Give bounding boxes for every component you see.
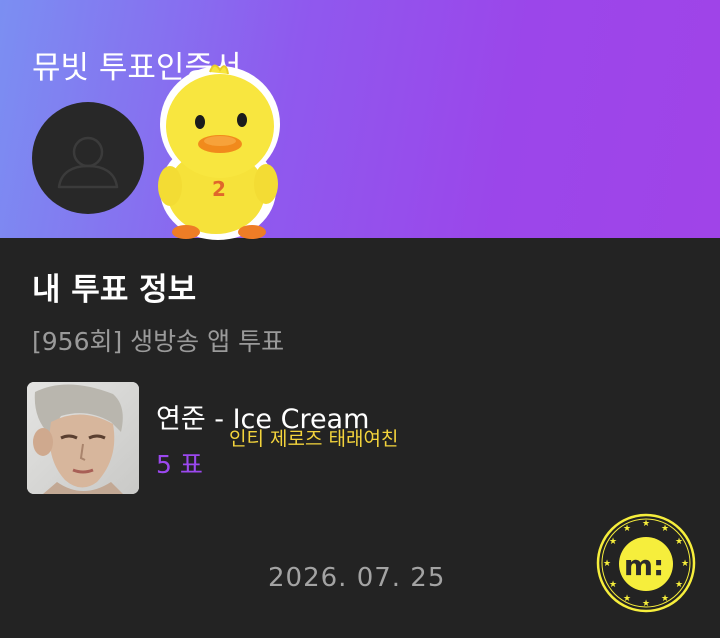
overlay-caption: 인티 제로즈 태래여친 [229, 428, 399, 450]
m-coin-stamp-icon: ★ ★ ★ ★ ★ ★ ★ ★ ★ ★ ★ ★ m: [596, 513, 696, 613]
svg-text:★: ★ [675, 580, 683, 590]
svg-text:★: ★ [609, 580, 617, 590]
svg-text:★: ★ [675, 537, 683, 547]
svg-text:★: ★ [681, 559, 689, 569]
svg-text:★: ★ [623, 524, 631, 534]
duck-plush-sticker: 2 [158, 64, 280, 240]
badge-letter: m: [624, 549, 664, 582]
svg-text:★: ★ [642, 599, 650, 609]
svg-text:★: ★ [661, 524, 669, 534]
vote-count: 5 표 [156, 450, 203, 479]
svg-text:★: ★ [609, 537, 617, 547]
certificate-header: 뮤빗 투표인증서 2 [0, 0, 720, 240]
svg-text:★: ★ [603, 559, 611, 569]
album-cover-image [27, 382, 139, 494]
svg-text:★: ★ [661, 594, 669, 604]
album-cover [27, 382, 139, 494]
user-silhouette-icon [57, 136, 119, 189]
vote-date: 2026. 07. 25 [268, 563, 446, 593]
my-vote-info-heading: 내 투표 정보 [32, 272, 197, 308]
svg-text:2: 2 [212, 177, 226, 201]
vote-round-title: [956회] 생방송 앱 투표 [32, 327, 285, 356]
svg-text:★: ★ [623, 594, 631, 604]
avatar [32, 102, 144, 214]
svg-text:★: ★ [642, 519, 650, 529]
